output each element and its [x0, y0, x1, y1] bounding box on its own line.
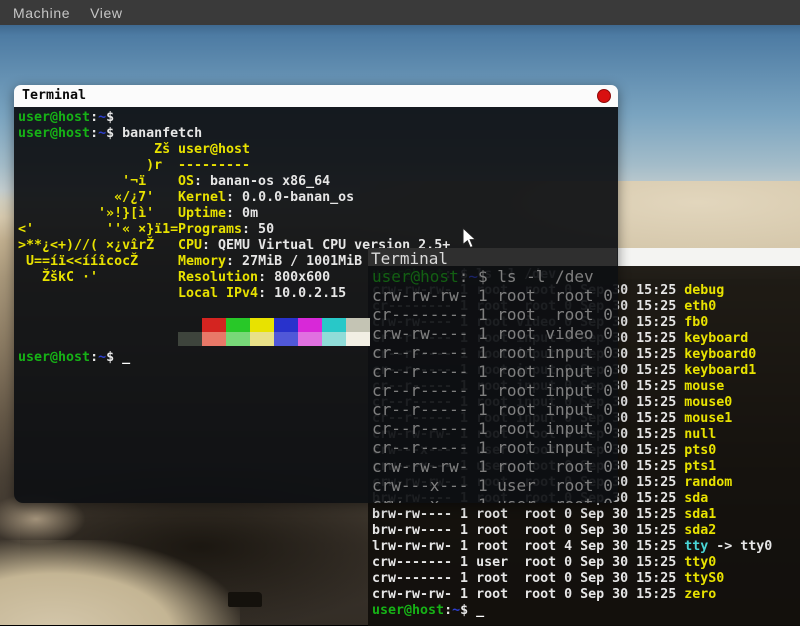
menu-item-view[interactable]: View [90, 5, 123, 21]
terminal1-title: Terminal [22, 88, 86, 104]
palette-swatch [202, 332, 226, 346]
palette-swatch [178, 318, 202, 332]
palette-swatch [226, 332, 250, 346]
color-palette [178, 318, 370, 346]
overlap-dim-region: user@host:~$ ls -l /dev crw-rw-rw- 1 roo… [368, 266, 617, 503]
palette-swatch [202, 318, 226, 332]
palette-swatch [322, 318, 346, 332]
arrow-cursor-icon [462, 227, 479, 254]
palette-swatch [346, 332, 370, 346]
wallpaper-truck [228, 592, 262, 607]
fetch-field: Kernel: 0.0.0-banan_os [178, 190, 450, 206]
close-button[interactable] [597, 89, 611, 103]
fetch-ascii-art: Zš )r '¬ï «/¿7' '»!}[ì' <' ''« ×}ï1= >**… [18, 142, 178, 286]
palette-swatch [178, 332, 202, 346]
terminal1-history: user@host:~$ user@host:~$ bananfetch [18, 110, 202, 142]
fetch-underline: --------- [178, 158, 450, 174]
terminal2-title: Terminal [371, 249, 448, 268]
terminal2-titlebar-overlapped[interactable]: Terminal [368, 248, 617, 266]
palette-swatch [322, 332, 346, 346]
fetch-field: Programs: 50 [178, 222, 450, 238]
vm-screen: { "menu_bar": { "items": ["Machine", "Vi… [0, 0, 800, 625]
fetch-field: Uptime: 0m [178, 206, 450, 222]
menu-item-machine[interactable]: Machine [13, 5, 70, 21]
device-listing: user@host:~$ ls -l /dev crw-rw-rw- 1 roo… [372, 267, 617, 503]
palette-swatch [250, 332, 274, 346]
fetch-field: OS: banan-os x86_64 [178, 174, 450, 190]
palette-swatch [274, 318, 298, 332]
terminal1-prompt: user@host:~$ _ [18, 350, 130, 366]
palette-swatch [274, 332, 298, 346]
palette-swatch [226, 318, 250, 332]
palette-swatch [346, 318, 370, 332]
wallpaper-sand [0, 540, 240, 625]
fetch-header: user@host [178, 142, 450, 158]
palette-swatch [298, 332, 322, 346]
menu-bar: Machine View [0, 0, 800, 25]
palette-swatch [250, 318, 274, 332]
palette-swatch [298, 318, 322, 332]
terminal1-titlebar[interactable]: Terminal [14, 85, 618, 107]
